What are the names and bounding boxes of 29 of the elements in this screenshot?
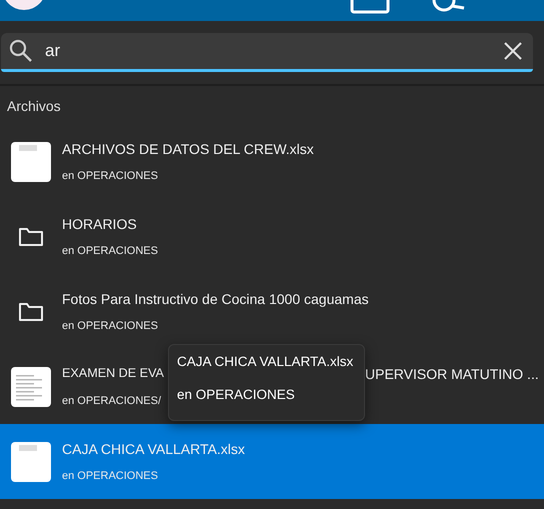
file-location: en OPERACIONES/ (62, 395, 162, 407)
result-item[interactable]: CAJA CHICA VALLARTA.xlsx en OPERACIONES (0, 424, 544, 499)
close-icon[interactable] (503, 41, 523, 61)
search-icon (9, 39, 33, 63)
folder-icon (18, 302, 44, 322)
result-item[interactable]: EXAMEN DE EVA UPERVISOR MATUTINO ... en OPERACIONES/ CAJA CHICA VALLARTA.xlsx en OPERACIONES (0, 349, 544, 424)
search-input[interactable]: ar (43, 40, 493, 62)
result-item[interactable]: Fotos Para Instructivo de Cocina 1000 caguamas en OPERACIONES (0, 274, 544, 349)
file-name: UPERVISOR MATUTINO ... (365, 366, 539, 382)
tooltip-title: CAJA CHICA VALLARTA.xlsx (177, 354, 354, 369)
document-thumbnail-icon (11, 142, 51, 182)
search-field[interactable]: ar (1, 33, 533, 72)
file-name: Fotos Para Instructivo de Cocina 1000 caguamas (62, 291, 369, 307)
file-location: en OPERACIONES (62, 170, 158, 182)
result-item[interactable]: HORARIOS en OPERACIONES (0, 199, 544, 274)
file-location: en OPERACIONES (62, 245, 158, 257)
document-thumbnail-icon (11, 366, 51, 406)
document-thumbnail-icon (11, 442, 51, 482)
result-item[interactable]: ARCHIVOS DE DATOS DEL CREW.xlsx en OPERACIONES (0, 124, 544, 199)
file-name: EXAMEN DE EVA (62, 366, 165, 382)
file-name: CAJA CHICA VALLARTA.xlsx (62, 441, 245, 457)
tooltip-location: en OPERACIONES (177, 387, 296, 402)
file-name: ARCHIVOS DE DATOS DEL CREW.xlsx (62, 141, 314, 157)
window-icon[interactable] (350, 0, 390, 16)
file-name: HORARIOS (62, 216, 137, 232)
folder-icon (18, 226, 44, 246)
section-title: Archivos (6, 97, 62, 116)
file-location: en OPERACIONES (62, 470, 158, 482)
file-location: en OPERACIONES (62, 320, 158, 332)
